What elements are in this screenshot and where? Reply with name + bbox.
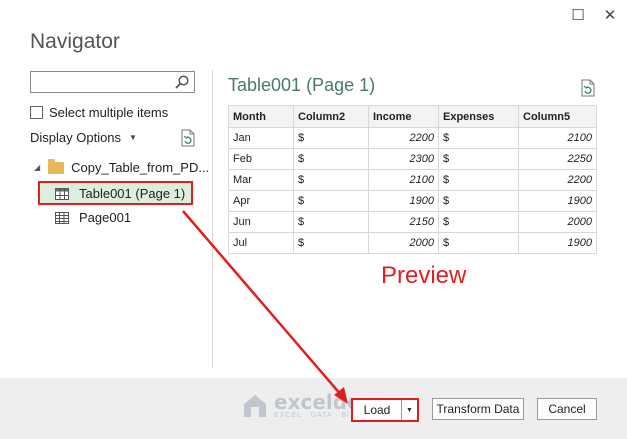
annotation-arrow [182,210,348,404]
